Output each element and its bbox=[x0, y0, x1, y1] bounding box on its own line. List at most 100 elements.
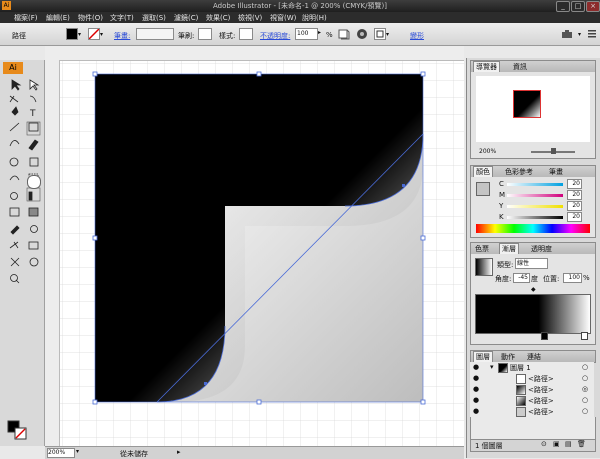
stroke-swatch[interactable] bbox=[88, 28, 100, 40]
zoom-dropdown-icon[interactable]: ▾ bbox=[76, 448, 79, 455]
document-setup-icon[interactable] bbox=[338, 28, 350, 40]
menu-object[interactable]: 物件(O) bbox=[78, 13, 103, 23]
rotate-tool-icon bbox=[9, 157, 19, 167]
rectangle-tool-icon bbox=[28, 122, 39, 132]
close-button[interactable]: × bbox=[586, 1, 600, 12]
channel-m-value[interactable]: 20 bbox=[567, 190, 582, 200]
style-picker[interactable] bbox=[239, 28, 253, 40]
eye-icon[interactable]: ● bbox=[473, 374, 479, 382]
zoom-field[interactable]: 200% bbox=[47, 448, 75, 458]
left-ruler[interactable] bbox=[45, 60, 60, 446]
menu-filter[interactable]: 濾鏡(C) bbox=[174, 13, 198, 23]
screen-mode-icon[interactable] bbox=[27, 175, 41, 189]
app-logo-icon: Ai bbox=[3, 62, 23, 74]
position-label: 位置: bbox=[543, 275, 560, 283]
navigator-zoom: 200% bbox=[479, 148, 497, 155]
artwork[interactable] bbox=[45, 46, 464, 446]
stroke-weight-field[interactable] bbox=[136, 28, 174, 40]
channel-c-value[interactable]: 20 bbox=[567, 179, 582, 189]
path-name: <路徑> bbox=[528, 375, 554, 383]
slice-tool-icon bbox=[28, 241, 39, 250]
navigator-preview[interactable] bbox=[476, 76, 590, 142]
tab-layers[interactable]: 圖層 bbox=[473, 351, 493, 362]
gradient-stop-black[interactable] bbox=[541, 332, 548, 340]
fill-swatch[interactable] bbox=[66, 28, 78, 40]
opacity-field[interactable]: 100 bbox=[295, 28, 318, 40]
tab-gradient[interactable]: 漸層 bbox=[499, 243, 519, 254]
menu-help[interactable]: 說明(H) bbox=[302, 13, 327, 23]
maximize-button[interactable]: □ bbox=[571, 1, 585, 12]
stroke-weight-link[interactable]: 筆畫: bbox=[114, 31, 130, 41]
tab-actions[interactable]: 動作 bbox=[499, 352, 517, 362]
recolor-icon[interactable] bbox=[356, 28, 368, 40]
position-field[interactable]: 100 bbox=[563, 273, 582, 283]
new-sublayer-icon[interactable]: ▤ bbox=[565, 440, 572, 448]
status-menu-icon[interactable]: ▸ bbox=[177, 448, 181, 456]
tab-links[interactable]: 連結 bbox=[525, 352, 543, 362]
angle-field[interactable]: -45 bbox=[513, 273, 530, 283]
target-circle-icon[interactable]: ○ bbox=[582, 374, 588, 382]
color-panel: C 20 M 20 Y 20 K 20 bbox=[470, 177, 596, 238]
eye-icon[interactable]: ● bbox=[473, 396, 479, 404]
gradient-midpoint-icon[interactable]: ◆ bbox=[531, 286, 536, 293]
expand-triangle-icon[interactable]: ▾ bbox=[490, 363, 494, 371]
channel-m-slider[interactable] bbox=[507, 194, 563, 197]
opacity-dropdown-icon[interactable]: ▸ bbox=[318, 29, 324, 38]
navigator-view-box[interactable] bbox=[513, 90, 541, 118]
menu-window[interactable]: 視窗(W) bbox=[270, 13, 296, 23]
fill-dropdown-icon[interactable]: ▾ bbox=[78, 31, 81, 38]
stroke-dropdown-icon[interactable]: ▾ bbox=[100, 31, 103, 38]
gradient-preview-swatch[interactable] bbox=[475, 258, 493, 276]
opacity-link[interactable]: 不透明度: bbox=[260, 31, 290, 41]
menu-effect[interactable]: 效果(C) bbox=[206, 13, 230, 23]
color-spectrum-bar[interactable] bbox=[476, 224, 590, 233]
target-circle-icon[interactable]: ○ bbox=[582, 407, 588, 415]
top-ruler[interactable] bbox=[45, 46, 464, 61]
fill-color-swatch[interactable] bbox=[476, 182, 490, 196]
minimize-button[interactable]: _ bbox=[556, 1, 570, 12]
target-circle-icon[interactable]: ○ bbox=[582, 396, 588, 404]
tab-info[interactable]: 資訊 bbox=[511, 62, 529, 72]
workspace-icon[interactable] bbox=[562, 29, 576, 39]
no-stroke-icon bbox=[88, 28, 100, 40]
eye-icon[interactable]: ● bbox=[473, 385, 479, 393]
tab-navigator[interactable]: 導覽器 bbox=[473, 61, 500, 72]
eye-icon[interactable]: ● bbox=[473, 407, 479, 415]
tab-swatches[interactable]: 色票 bbox=[473, 244, 491, 254]
clipping-mask-icon[interactable]: ▣ bbox=[553, 440, 560, 448]
tab-color[interactable]: 顏色 bbox=[473, 166, 493, 177]
menu-view[interactable]: 檢視(V) bbox=[238, 13, 262, 23]
gradient-ramp[interactable] bbox=[475, 294, 591, 334]
document-canvas[interactable] bbox=[45, 46, 464, 446]
delete-layer-icon[interactable]: 🗑 bbox=[577, 440, 586, 448]
align-dropdown-icon[interactable]: ▾ bbox=[386, 31, 389, 38]
tab-transparency[interactable]: 透明度 bbox=[529, 244, 554, 254]
channel-k-value[interactable]: 20 bbox=[567, 212, 582, 222]
brush-picker[interactable] bbox=[198, 28, 212, 40]
align-icon[interactable] bbox=[374, 28, 386, 40]
menu-select[interactable]: 選取(S) bbox=[142, 13, 166, 23]
gradient-type-select[interactable]: 線性 bbox=[515, 258, 548, 269]
panel-menu-icon[interactable] bbox=[588, 29, 596, 39]
tool-icons[interactable]: T bbox=[0, 76, 44, 446]
gradient-stop-white[interactable] bbox=[581, 332, 588, 340]
menu-edit[interactable]: 編輯(E) bbox=[46, 13, 70, 23]
channel-k-slider[interactable] bbox=[507, 216, 563, 219]
path-thumbnail bbox=[516, 374, 526, 384]
menu-file[interactable]: 檔案(F) bbox=[14, 13, 38, 23]
scissors-tool-icon bbox=[10, 257, 20, 267]
menu-type[interactable]: 文字(T) bbox=[110, 13, 134, 23]
tab-stroke[interactable]: 筆畫 bbox=[547, 167, 565, 177]
channel-y-value[interactable]: 20 bbox=[567, 201, 582, 211]
navigator-zoom-thumb[interactable] bbox=[551, 148, 556, 154]
target-circle-icon[interactable]: ○ bbox=[582, 363, 588, 371]
channel-y-slider[interactable] bbox=[507, 205, 563, 208]
channel-c-slider[interactable] bbox=[507, 183, 563, 186]
tab-color-guide[interactable]: 色彩參考 bbox=[503, 167, 535, 177]
target-circle-icon[interactable]: ◎ bbox=[582, 385, 588, 393]
transform-link[interactable]: 變形 bbox=[410, 31, 424, 41]
workspace-dropdown-icon[interactable]: ▾ bbox=[578, 31, 581, 38]
window-title: Adobe Illustrator - [未命名-1 @ 200% (CMYK/… bbox=[213, 2, 387, 10]
locate-object-icon[interactable]: ⊙ bbox=[541, 440, 547, 448]
eye-icon[interactable]: ● bbox=[473, 363, 479, 371]
